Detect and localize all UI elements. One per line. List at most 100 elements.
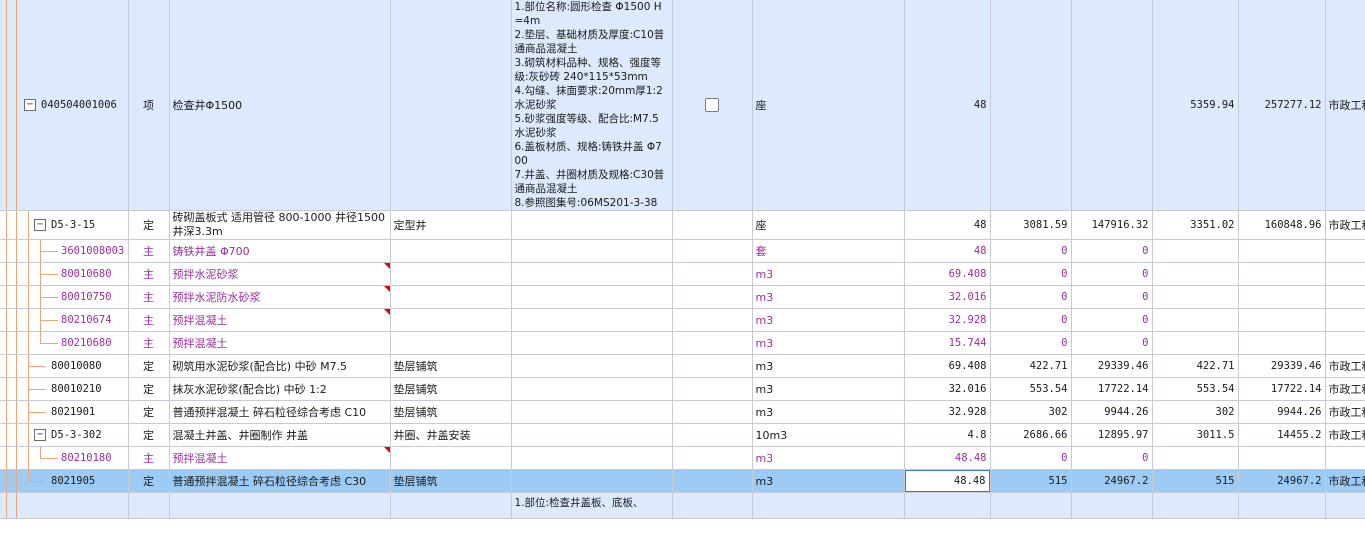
project-feature-cell[interactable]: 1.部位:检查井盖板、底板、: [511, 492, 673, 519]
subtype-cell[interactable]: [390, 262, 512, 286]
project-feature-cell[interactable]: [511, 446, 673, 470]
code-cell[interactable]: − 040504001006: [0, 0, 129, 211]
code-cell[interactable]: 8021905: [0, 469, 129, 493]
name-cell[interactable]: 预拌混凝土: [169, 308, 391, 332]
name-cell[interactable]: 混凝土井盖、井圈制作 井盖: [169, 423, 391, 447]
unit-cell[interactable]: 套: [752, 239, 905, 263]
code-cell[interactable]: 80010210: [0, 377, 129, 401]
subtype-cell[interactable]: [390, 331, 512, 355]
project-feature-cell[interactable]: [511, 400, 673, 424]
project-feature-cell[interactable]: [511, 354, 673, 378]
name-cell[interactable]: 抹灰水泥砂浆(配合比) 中砂 1:2: [169, 377, 391, 401]
subtype-cell[interactable]: [390, 285, 512, 309]
subtype-cell[interactable]: [390, 492, 512, 519]
subtype-cell[interactable]: [390, 0, 512, 211]
unit-cell[interactable]: m3: [752, 377, 905, 401]
name-cell[interactable]: 普通预拌混凝土 碎石粒径综合考虑 C10: [169, 400, 391, 424]
project-feature-cell[interactable]: [511, 423, 673, 447]
table-row[interactable]: 80210180 主 预拌混凝土 m3 48.48 0 0: [0, 446, 1365, 470]
table-row[interactable]: 3601008003 主 铸铁井盖 Φ700 套 48 0 0: [0, 239, 1365, 263]
quantity-cell[interactable]: [904, 492, 991, 519]
table-row[interactable]: 80210680 主 预拌混凝土 m3 15.744 0 0: [0, 331, 1365, 355]
code-cell[interactable]: 80210674: [0, 308, 129, 332]
unit-price-cell[interactable]: 0: [990, 331, 1072, 355]
specialty-cell[interactable]: 市政工程: [1325, 469, 1365, 493]
subtype-cell[interactable]: [390, 308, 512, 332]
unit-price-cell[interactable]: 0: [990, 285, 1072, 309]
quantity-cell[interactable]: 69.408: [904, 354, 991, 378]
table-row[interactable]: 8021901 定 普通预拌混凝土 碎石粒径综合考虑 C10 垫层铺筑 m3 3…: [0, 400, 1365, 424]
code-cell[interactable]: 80210680: [0, 331, 129, 355]
name-cell[interactable]: 检查井Φ1500: [169, 0, 391, 211]
unit-cell[interactable]: 座: [752, 0, 905, 211]
unit-cell[interactable]: 10m3: [752, 423, 905, 447]
project-feature-cell[interactable]: [511, 377, 673, 401]
subtype-cell[interactable]: [390, 239, 512, 263]
specialty-cell[interactable]: 市政工程: [1325, 377, 1365, 401]
specialty-cell[interactable]: 市政工程: [1325, 400, 1365, 424]
code-cell[interactable]: 80210180: [0, 446, 129, 470]
code-cell[interactable]: − D5-3-302: [0, 423, 129, 447]
quantity-cell[interactable]: 69.408: [904, 262, 991, 286]
subtype-cell[interactable]: [390, 446, 512, 470]
unit-price-cell[interactable]: 0: [990, 308, 1072, 332]
specialty-cell[interactable]: 市政工程: [1325, 423, 1365, 447]
unit-cell[interactable]: m3: [752, 285, 905, 309]
collapse-icon[interactable]: −: [34, 429, 46, 441]
project-feature-cell[interactable]: 1.部位名称:圆形检查 Φ1500 H=4m 2.垫层、基础材质及厚度:C10普…: [511, 0, 673, 211]
project-feature-cell[interactable]: [511, 469, 673, 493]
unit-cell[interactable]: m3: [752, 446, 905, 470]
subtype-cell[interactable]: 井圈、井盖安装: [390, 423, 512, 447]
code-cell[interactable]: 3601008003: [0, 239, 129, 263]
collapse-icon[interactable]: −: [34, 219, 46, 231]
table-row[interactable]: 80010750 主 预拌水泥防水砂浆 m3 32.016 0 0: [0, 285, 1365, 309]
quantity-cell[interactable]: 48: [904, 0, 991, 211]
unit-cell[interactable]: m3: [752, 354, 905, 378]
specialty-cell[interactable]: 市政工程: [1325, 210, 1365, 240]
code-cell[interactable]: − D5-3-15: [0, 210, 129, 240]
code-cell[interactable]: 80010680: [0, 262, 129, 286]
project-feature-cell[interactable]: [511, 285, 673, 309]
code-cell[interactable]: 80010080: [0, 354, 129, 378]
checkbox-cell[interactable]: [672, 0, 753, 211]
name-cell[interactable]: 预拌水泥防水砂浆: [169, 285, 391, 309]
subtype-cell[interactable]: 垫层铺筑: [390, 469, 512, 493]
subtype-cell[interactable]: 垫层铺筑: [390, 377, 512, 401]
table-row[interactable]: 80010080 定 砌筑用水泥砂浆(配合比) 中砂 M7.5 垫层铺筑 m3 …: [0, 354, 1365, 378]
name-cell[interactable]: 预拌混凝土: [169, 331, 391, 355]
unit-cell[interactable]: m3: [752, 308, 905, 332]
code-cell[interactable]: [0, 492, 129, 519]
table-row[interactable]: 80010680 主 预拌水泥砂浆 m3 69.408 0 0: [0, 262, 1365, 286]
subtype-cell[interactable]: 垫层铺筑: [390, 400, 512, 424]
name-cell[interactable]: 砖砌盖板式 适用管径 800-1000 井径1500 井深3.3m: [169, 210, 391, 240]
name-cell[interactable]: [169, 492, 391, 519]
name-cell[interactable]: 砌筑用水泥砂浆(配合比) 中砂 M7.5: [169, 354, 391, 378]
unit-cell[interactable]: 座: [752, 210, 905, 240]
unit-cell[interactable]: m3: [752, 331, 905, 355]
checkbox-icon[interactable]: [705, 98, 719, 112]
table-row[interactable]: 80010210 定 抹灰水泥砂浆(配合比) 中砂 1:2 垫层铺筑 m3 32…: [0, 377, 1365, 401]
unit-price-cell[interactable]: 0: [990, 239, 1072, 263]
code-cell[interactable]: 80010750: [0, 285, 129, 309]
quantity-cell[interactable]: 48: [904, 210, 991, 240]
quantity-cell[interactable]: 48: [904, 239, 991, 263]
unit-cell[interactable]: m3: [752, 400, 905, 424]
table-row[interactable]: − D5-3-302 定 混凝土井盖、井圈制作 井盖 井圈、井盖安装 10m3 …: [0, 423, 1365, 447]
selected-table-row[interactable]: 8021905 定 普通预拌混凝土 碎石粒径综合考虑 C30 垫层铺筑 m3 4…: [0, 469, 1365, 493]
unit-cell[interactable]: m3: [752, 469, 905, 493]
project-feature-cell[interactable]: [511, 210, 673, 240]
project-feature-cell[interactable]: [511, 308, 673, 332]
unit-price-cell[interactable]: 0: [990, 446, 1072, 470]
table-row[interactable]: − D5-3-15 定 砖砌盖板式 适用管径 800-1000 井径1500 井…: [0, 210, 1365, 240]
quantity-edit-input[interactable]: 48.48: [904, 470, 989, 492]
collapse-icon[interactable]: −: [24, 99, 36, 111]
specialty-cell[interactable]: 市政工程: [1325, 354, 1365, 378]
project-feature-cell[interactable]: [511, 262, 673, 286]
list-item[interactable]: − 040504001006 项 检查井Φ1500 1.部位名称:圆形检查 Φ1…: [0, 0, 1365, 211]
quantity-cell[interactable]: 32.016: [904, 377, 991, 401]
specialty-cell[interactable]: 市政工程: [1325, 0, 1365, 211]
list-item[interactable]: 1.部位:检查井盖板、底板、: [0, 492, 1365, 519]
unit-cell[interactable]: m3: [752, 262, 905, 286]
quantity-cell[interactable]: 32.928: [904, 308, 991, 332]
quantity-cell[interactable]: 4.8: [904, 423, 991, 447]
